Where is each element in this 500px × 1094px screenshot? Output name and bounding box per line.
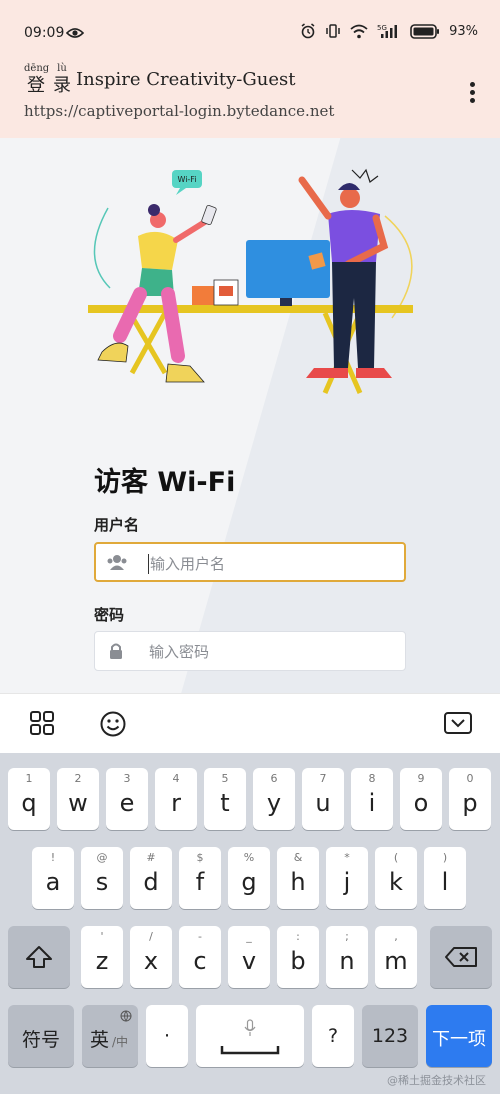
vibrate-icon <box>326 24 340 38</box>
key-u[interactable]: 7u <box>302 768 344 830</box>
globe-icon <box>120 1010 132 1022</box>
portal-page: Wi-Fi 访客 Wi-Fi 用户名 输入用户名 密码 输入密码 <box>0 138 500 693</box>
lock-icon <box>110 643 122 659</box>
key-c[interactable]: -c <box>179 926 221 988</box>
key-e[interactable]: 3e <box>106 768 148 830</box>
username-label: 用户名 <box>94 516 140 534</box>
microphone-icon <box>244 1019 256 1036</box>
key-m[interactable]: ,m <box>375 926 417 988</box>
key-w[interactable]: 2w <box>57 768 99 830</box>
key-h[interactable]: & h <box>277 847 319 909</box>
key-r[interactable]: 4r <box>155 768 197 830</box>
more-menu-icon[interactable] <box>468 82 476 106</box>
lang-label-main: 英 <box>90 1029 110 1051</box>
key-n[interactable]: ; n <box>326 926 368 988</box>
shift-key[interactable] <box>8 926 70 988</box>
key-v[interactable]: _ v <box>228 926 270 988</box>
space-key[interactable] <box>196 1005 304 1067</box>
emoji-icon[interactable] <box>99 710 127 738</box>
key-x[interactable]: / x <box>130 926 172 988</box>
signal-5g-icon: 5G <box>377 24 398 38</box>
key-z[interactable]: ' z <box>81 926 123 988</box>
browser-header: 09:09 5G 93% dēng 登 lù 录 Inspire Creativ… <box>0 0 500 138</box>
key-f[interactable]: $ f <box>179 847 221 909</box>
key-q[interactable]: 1q <box>8 768 50 830</box>
key-k[interactable]: (k <box>375 847 417 909</box>
username-placeholder: 输入用户名 <box>150 555 226 573</box>
page-title: dēng 登 lù 录 Inspire Creativity-Guest <box>24 64 464 98</box>
key-s[interactable]: @ s <box>81 847 123 909</box>
password-placeholder: 输入密码 <box>149 643 210 661</box>
key-a[interactable]: ! a <box>32 847 74 909</box>
key-o[interactable]: 9o <box>400 768 442 830</box>
form-title: 访客 Wi-Fi <box>94 467 236 498</box>
lang-label-sub: /中 <box>112 1035 129 1049</box>
status-bar: 09:09 5G 93% <box>0 0 500 64</box>
key-l[interactable]: ) l <box>424 847 466 909</box>
numbers-key[interactable]: 123 <box>362 1005 418 1067</box>
key-j[interactable]: * j <box>326 847 368 909</box>
battery-icon <box>410 23 440 39</box>
wifi-icon <box>350 24 368 38</box>
soft-keyboard: 1q 2w 3e 4r 5t 6y 7u 8i 9o 0p ! a @ s # d $… <box>0 753 500 1094</box>
users-icon <box>107 555 127 570</box>
key-p[interactable]: 0p <box>449 768 491 830</box>
status-time: 09:09 <box>24 25 65 41</box>
symbols-key[interactable]: 符号 <box>8 1005 74 1067</box>
password-input[interactable]: 输入密码 <box>94 631 406 671</box>
wifi-bubble-text: Wi-Fi <box>177 175 196 184</box>
page-url: https://captiveportal-login.bytedance.ne… <box>24 102 335 120</box>
wifi-illustration: Wi-Fi <box>88 168 413 395</box>
status-icons: 5G 93% <box>300 23 478 39</box>
username-input[interactable]: 输入用户名 <box>94 542 406 582</box>
watermark: @稀土掘金技术社区 <box>387 1074 486 1087</box>
password-label: 密码 <box>94 606 125 624</box>
next-key[interactable]: 下一项 <box>426 1005 492 1067</box>
key-g[interactable]: % g <box>228 847 270 909</box>
key-b[interactable]: :b <box>277 926 319 988</box>
key-i[interactable]: 8i <box>351 768 393 830</box>
language-switch-key[interactable]: 英 /中 <box>82 1005 138 1067</box>
alarm-icon <box>301 23 315 39</box>
keyboard-collapse-icon[interactable] <box>443 710 473 736</box>
login-char-1: dēng 登 <box>24 63 50 97</box>
eye-icon <box>66 28 84 38</box>
backspace-icon <box>445 947 477 967</box>
battery-percent: 93% <box>449 23 478 39</box>
text-caret <box>148 554 149 574</box>
shift-icon <box>26 946 52 968</box>
key-y[interactable]: 6y <box>253 768 295 830</box>
keyboard-toolbar <box>0 693 500 753</box>
svg-text:5G: 5G <box>377 24 387 32</box>
dot-key[interactable]: · <box>146 1005 188 1067</box>
login-char-2: lù 录 <box>53 63 71 97</box>
network-name: Inspire Creativity-Guest <box>76 69 296 90</box>
key-t[interactable]: 5t <box>204 768 246 830</box>
backspace-key[interactable] <box>430 926 492 988</box>
key-d[interactable]: # d <box>130 847 172 909</box>
space-bar-icon <box>220 1046 280 1055</box>
question-key[interactable]: ? <box>312 1005 354 1067</box>
grid-apps-icon[interactable] <box>29 710 55 736</box>
